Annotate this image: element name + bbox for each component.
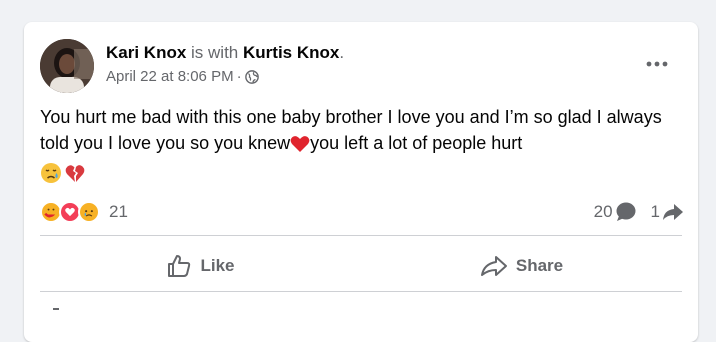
- like-label: Like: [200, 256, 235, 275]
- share-button[interactable]: Share: [361, 244, 682, 288]
- comment-icon: [616, 202, 636, 221]
- broken-heart-icon: [64, 162, 86, 191]
- post-actions: Like Share: [40, 244, 682, 288]
- more-dots-icon: [646, 61, 668, 67]
- shares-count-value: 1: [650, 202, 660, 221]
- with-text: is with: [191, 43, 239, 62]
- post-header-title: Kari Knox is with Kurtis Knox.: [106, 42, 344, 64]
- shares-count[interactable]: 1: [651, 202, 684, 222]
- more-options-button[interactable]: [640, 50, 674, 78]
- post-text-part2: you left a lot of people hurt: [310, 133, 523, 153]
- post-meta: April 22 at 8:06 PM ·: [106, 68, 259, 86]
- globe-icon[interactable]: [244, 70, 259, 84]
- comments-count[interactable]: 20: [594, 202, 637, 222]
- avatar[interactable]: [40, 39, 94, 93]
- period: .: [339, 43, 345, 62]
- share-arrow-icon: [663, 204, 683, 220]
- thumbs-up-icon: [168, 255, 191, 277]
- post-stats: 20 1: [580, 202, 684, 222]
- post-body: You hurt me bad with this one baby broth…: [40, 104, 690, 191]
- author-name[interactable]: Kari Knox: [106, 43, 186, 62]
- share-icon: [480, 256, 507, 276]
- meta-separator: ·: [236, 68, 242, 85]
- like-button[interactable]: Like: [40, 244, 361, 288]
- comments-count-value: 20: [593, 202, 613, 221]
- post-timestamp[interactable]: April 22 at 8:06 PM: [106, 68, 234, 86]
- post-card: Kari Knox is with Kurtis Knox. April 22 …: [24, 22, 698, 342]
- trailing-emojis: [40, 162, 690, 191]
- comment-section-edge: [53, 308, 59, 310]
- reactions-summary[interactable]: 21: [40, 201, 128, 223]
- sad-reaction-icon: [78, 201, 100, 223]
- tagged-name[interactable]: Kurtis Knox: [243, 43, 339, 62]
- divider: [40, 235, 682, 236]
- crying-face-icon: [40, 162, 62, 191]
- red-heart-icon: [290, 134, 310, 160]
- divider: [40, 291, 682, 292]
- share-label: Share: [515, 256, 564, 275]
- reaction-count[interactable]: 21: [109, 202, 128, 222]
